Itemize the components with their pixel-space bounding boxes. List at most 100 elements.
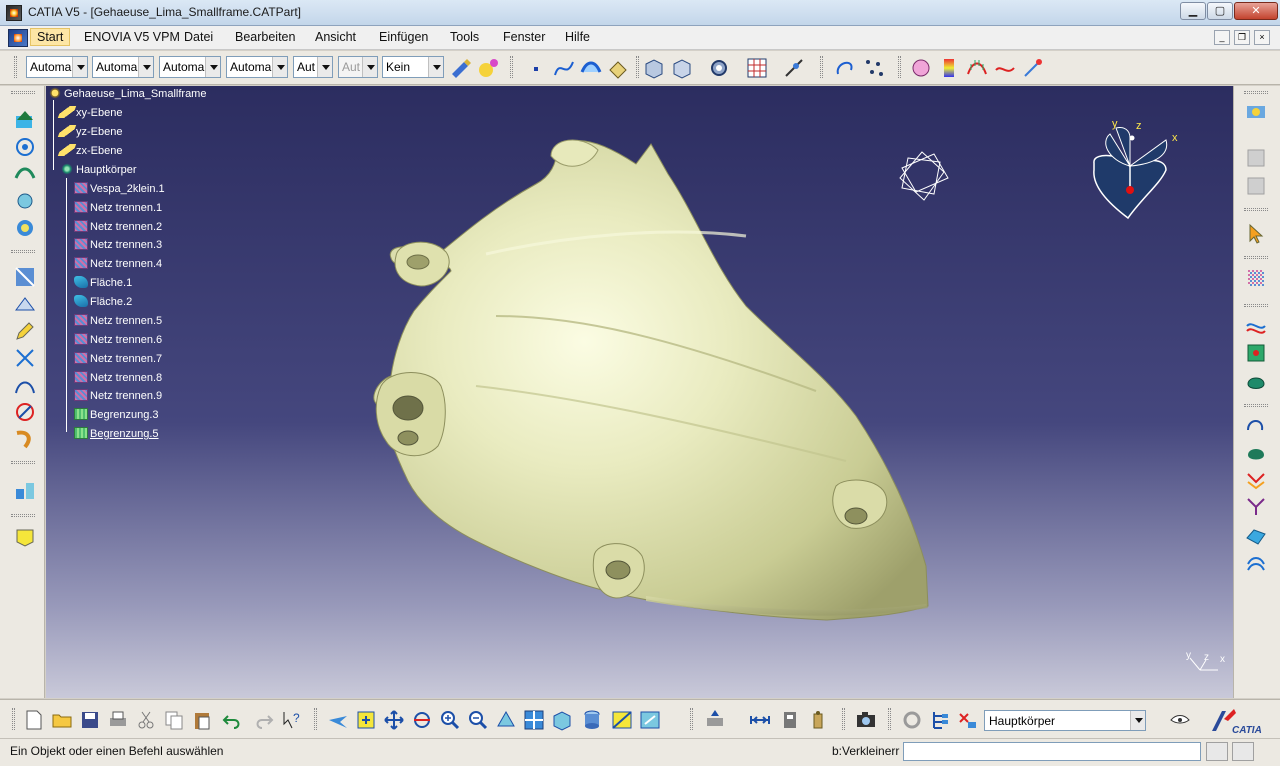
toolbar-grip[interactable] xyxy=(1244,256,1268,259)
fit-all-icon[interactable] xyxy=(354,708,378,732)
toolbar-grip[interactable] xyxy=(510,56,513,78)
toolbar-grip[interactable] xyxy=(11,250,35,253)
eraser-icon[interactable] xyxy=(606,56,630,80)
cut-icon[interactable] xyxy=(134,708,158,732)
toolbar-grip[interactable] xyxy=(690,708,693,730)
curve-on-mesh-icon[interactable] xyxy=(13,373,37,397)
rotate-icon[interactable] xyxy=(410,708,434,732)
power-input-field[interactable] xyxy=(903,742,1201,761)
workbench-icon[interactable] xyxy=(1244,100,1268,124)
open-folder-icon[interactable] xyxy=(50,708,74,732)
grid-icon[interactable] xyxy=(745,56,769,80)
maximize-button[interactable]: ▢ xyxy=(1207,2,1233,20)
toolbar-grip[interactable] xyxy=(636,56,639,78)
zoom-out-icon[interactable] xyxy=(466,708,490,732)
point-icon[interactable] xyxy=(525,56,549,80)
menu-tools[interactable]: Tools xyxy=(450,30,479,44)
toolbar-grip[interactable] xyxy=(1244,304,1268,307)
connect-check-icon[interactable] xyxy=(993,56,1017,80)
menu-hilfe[interactable]: Hilfe xyxy=(565,30,590,44)
menu-bearbeiten[interactable]: Bearbeiten xyxy=(235,30,295,44)
fly-mode-icon[interactable] xyxy=(326,708,350,732)
toolbar-grip[interactable] xyxy=(11,461,35,464)
chevron-down-icon[interactable] xyxy=(1130,711,1145,730)
menu-start[interactable]: Start xyxy=(30,28,71,46)
toolbar-grip[interactable] xyxy=(314,708,317,730)
toolbar-grip[interactable] xyxy=(842,708,845,730)
mdi-close-button[interactable]: × xyxy=(1254,30,1270,45)
camera-icon[interactable] xyxy=(854,708,878,732)
fill-color-combo[interactable]: Automa xyxy=(26,56,88,78)
menu-enovia[interactable]: ENOVIA V5 VPM xyxy=(84,30,180,44)
toolbar-grip[interactable] xyxy=(888,708,891,730)
fill-surface-icon[interactable] xyxy=(1244,441,1268,465)
part-body-alt-icon[interactable] xyxy=(670,56,694,80)
save-icon[interactable] xyxy=(78,708,102,732)
snap-icon[interactable] xyxy=(782,56,806,80)
mesh-cleaner-icon[interactable] xyxy=(13,189,37,213)
cross-section-icon[interactable] xyxy=(13,346,37,370)
minimize-button[interactable]: ▁ xyxy=(1180,2,1206,20)
eye-icon[interactable] xyxy=(1168,708,1192,732)
mesh-offset-icon[interactable] xyxy=(13,162,37,186)
pencil-icon[interactable] xyxy=(13,319,37,343)
iso-view-icon[interactable] xyxy=(550,708,574,732)
tree-structure-icon[interactable] xyxy=(928,708,952,732)
painter-icon[interactable] xyxy=(449,56,473,80)
layer-combo[interactable]: Kein xyxy=(382,56,444,78)
curve-icon[interactable] xyxy=(1244,414,1268,438)
curve-network-icon[interactable] xyxy=(1244,314,1268,338)
fill-hole-icon[interactable] xyxy=(13,427,37,451)
measure-inertia-icon[interactable] xyxy=(806,708,830,732)
shading-icon[interactable] xyxy=(580,708,604,732)
cloud-import-icon[interactable] xyxy=(13,108,37,132)
join-icon[interactable] xyxy=(1244,524,1268,548)
gear-icon[interactable] xyxy=(707,56,731,80)
surface-icon[interactable] xyxy=(579,56,603,80)
print-icon[interactable] xyxy=(106,708,130,732)
toolbar-grip[interactable] xyxy=(820,56,823,78)
select-arrow-icon[interactable] xyxy=(1244,222,1268,246)
hide-show-icon[interactable] xyxy=(610,708,634,732)
normal-view-icon[interactable] xyxy=(494,708,518,732)
multi-view-icon[interactable] xyxy=(522,708,546,732)
catia-app-icon[interactable] xyxy=(6,5,22,21)
mdi-minimize-button[interactable]: _ xyxy=(1214,30,1230,45)
split-mesh-icon[interactable] xyxy=(13,265,37,289)
measure-between-icon[interactable] xyxy=(748,708,772,732)
measure-item-icon[interactable] xyxy=(778,708,802,732)
surface-blob-icon[interactable] xyxy=(1244,370,1268,394)
undo-icon[interactable] xyxy=(220,708,244,732)
menu-einfuegen[interactable]: Einfügen xyxy=(379,30,428,44)
curvature-icon[interactable] xyxy=(965,56,989,80)
pan-icon[interactable] xyxy=(382,708,406,732)
point-cloud-icon[interactable] xyxy=(862,56,886,80)
toolbar-grip[interactable] xyxy=(14,56,17,78)
distance-analysis-icon[interactable] xyxy=(1021,56,1045,80)
current-body-select[interactable]: Hauptkörper xyxy=(984,710,1146,731)
update-icon[interactable] xyxy=(703,708,727,732)
copy-icon[interactable] xyxy=(162,708,186,732)
sketch-curve-icon[interactable] xyxy=(833,56,857,80)
line-thickness-combo[interactable]: Automa xyxy=(159,56,221,78)
toolbar-grip[interactable] xyxy=(898,56,901,78)
mesh-pattern-icon[interactable] xyxy=(1244,266,1268,290)
color-scale-icon[interactable] xyxy=(937,56,961,80)
close-button[interactable]: ✕ xyxy=(1234,2,1278,20)
align-icon[interactable] xyxy=(13,479,37,503)
menu-datei[interactable]: Datei xyxy=(184,30,213,44)
menu-fenster[interactable]: Fenster xyxy=(503,30,545,44)
annotation-icon[interactable] xyxy=(13,526,37,550)
toolbar-grip[interactable] xyxy=(1244,404,1268,407)
status-button-2[interactable] xyxy=(1232,742,1254,761)
extract-icon[interactable] xyxy=(1244,552,1268,576)
point-symbol-combo[interactable]: Aut xyxy=(293,56,333,78)
material-sphere-icon[interactable] xyxy=(476,56,500,80)
boundary-icon[interactable] xyxy=(13,400,37,424)
toolbar-grip[interactable] xyxy=(11,514,35,517)
blend-icon[interactable] xyxy=(1244,468,1268,492)
housing-3d-model[interactable] xyxy=(46,86,1233,698)
status-button-1[interactable] xyxy=(1206,742,1228,761)
spline-icon[interactable] xyxy=(552,56,576,80)
define-in-work-object-icon[interactable] xyxy=(956,708,980,732)
